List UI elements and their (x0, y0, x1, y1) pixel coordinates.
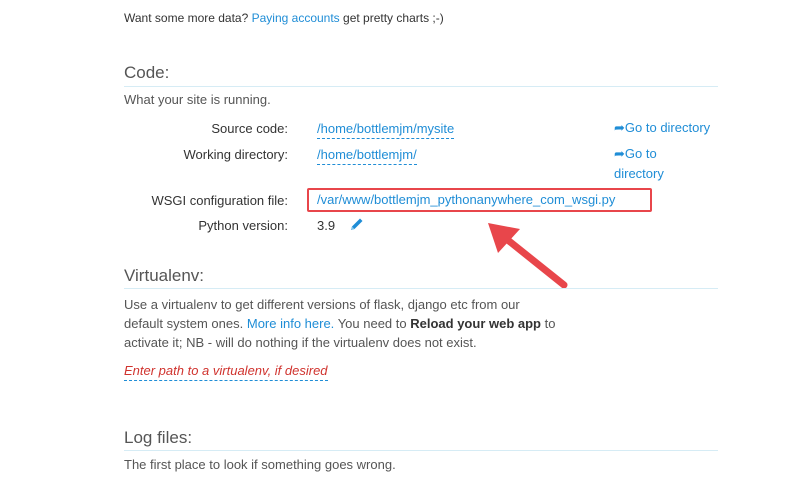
virtualenv-path-input[interactable]: Enter path to a virtualenv, if desired (124, 363, 328, 381)
working-go-to-line2: directory (614, 166, 664, 181)
virtualenv-desc-line3: activate it; NB - will do nothing if the… (124, 335, 477, 350)
log-files-description: The first place to look if something goe… (124, 457, 396, 472)
python-version-value: 3.9 (317, 218, 336, 233)
source-code-link[interactable]: /home/bottlemjm/mysite (317, 121, 455, 139)
working-go-to-directory-link[interactable]: ➦Go to directory (614, 144, 664, 184)
working-directory-label: Working directory: (183, 147, 288, 162)
virtualenv-desc-line2b: You need to (337, 316, 407, 331)
code-section-title: Code: (124, 63, 170, 82)
source-code-label: Source code: (211, 121, 288, 136)
source-go-to-label: Go to directory (624, 120, 711, 135)
promo-line: Want some more data? Paying accounts get… (124, 11, 444, 25)
virtualenv-desc-line2a: default system ones. (124, 316, 244, 331)
virtualenv-section-divider (124, 288, 718, 289)
wsgi-highlight-box (307, 188, 652, 212)
virtualenv-section-title: Virtualenv: (124, 266, 205, 285)
virtualenv-input-placeholder: Enter path to a virtualenv, if desired (124, 363, 328, 378)
log-files-section-divider (124, 450, 718, 451)
promo-suffix: get pretty charts ;-) (343, 11, 444, 25)
reload-web-app-text: Reload your web app (410, 316, 541, 331)
working-directory-link[interactable]: /home/bottlemjm/ (317, 147, 417, 165)
code-section-description: What your site is running. (124, 92, 271, 107)
share-arrow-icon: ➦ (614, 146, 625, 161)
wsgi-config-label: WSGI configuration file: (151, 193, 288, 208)
promo-prefix: Want some more data? (124, 11, 249, 25)
pencil-edit-icon[interactable] (348, 217, 366, 233)
virtualenv-desc-line1: Use a virtualenv to get different versio… (124, 297, 520, 312)
virtualenv-desc-line2c: to (544, 316, 556, 331)
python-version-label: Python version: (198, 218, 288, 233)
annotation-arrow-icon (488, 223, 568, 289)
paying-accounts-link[interactable]: Paying accounts (252, 11, 340, 25)
more-info-link[interactable]: More info here. (247, 316, 334, 331)
code-section-divider (124, 86, 718, 87)
source-go-to-directory-link[interactable]: ➦Go to directory (614, 118, 710, 138)
working-go-to-line1: Go to (624, 146, 657, 161)
share-arrow-icon: ➦ (614, 120, 625, 135)
virtualenv-description: Use a virtualenv to get different versio… (124, 295, 555, 352)
log-files-section-title: Log files: (124, 428, 193, 447)
